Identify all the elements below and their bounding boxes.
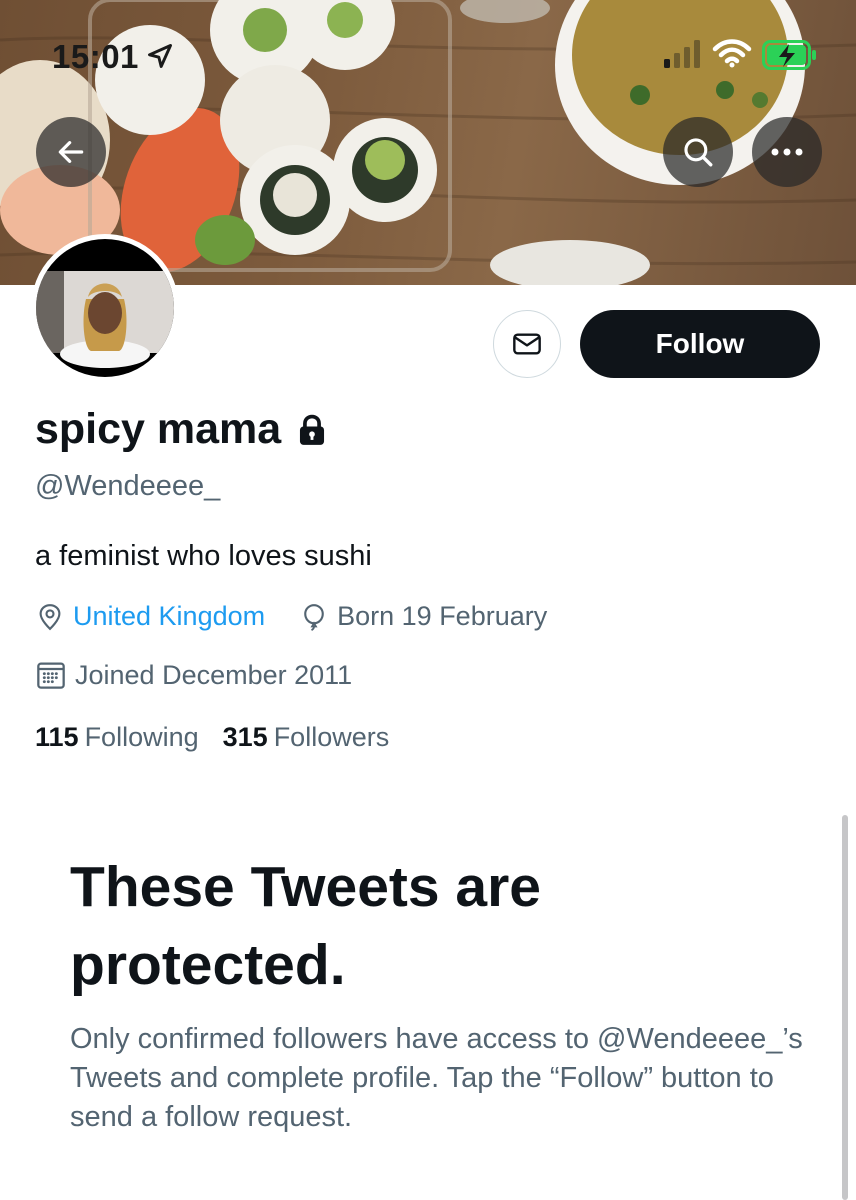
follow-stats: 115 Following 315 Followers — [35, 722, 389, 753]
more-icon — [771, 148, 803, 156]
more-options-button[interactable] — [752, 117, 822, 187]
search-button[interactable] — [663, 117, 733, 187]
following-stat[interactable]: 115 Following — [35, 722, 199, 753]
scrollbar[interactable] — [842, 815, 848, 1200]
display-name: spicy mama — [35, 405, 282, 453]
following-label: Following — [84, 722, 199, 752]
wifi-icon — [712, 39, 752, 68]
handle: @Wendeeee_ — [35, 470, 221, 502]
birthday-item: Born 19 February — [299, 601, 547, 632]
joined-item: Joined December 2011 — [35, 659, 352, 691]
avatar-photo — [36, 239, 174, 377]
back-button[interactable] — [36, 117, 106, 187]
cellular-signal-icon — [664, 40, 700, 68]
status-time: 15:01 — [52, 38, 139, 75]
followers-label: Followers — [273, 722, 390, 752]
protected-title: These Tweets are protected. — [70, 855, 542, 997]
location-arrow-icon — [148, 44, 172, 68]
message-button[interactable] — [493, 310, 561, 378]
location-item: United Kingdom — [35, 601, 265, 632]
lock-icon — [300, 414, 325, 445]
profile-meta-row: United Kingdom Born 19 February — [35, 601, 581, 632]
arrow-left-icon — [58, 141, 84, 163]
location-pin-icon — [39, 603, 61, 630]
status-bar: 15:01 — [0, 0, 856, 100]
followers-stat[interactable]: 315 Followers — [223, 722, 390, 753]
battery-charging-icon — [762, 40, 816, 70]
following-count: 115 — [35, 722, 79, 752]
follow-button[interactable]: Follow — [580, 310, 820, 378]
search-icon — [684, 138, 713, 167]
envelope-icon — [513, 333, 541, 355]
protected-description: Only confirmed followers have access to … — [70, 1023, 803, 1133]
profile-joined-row: Joined December 2011 — [35, 659, 386, 691]
bio: a feminist who loves sushi — [35, 540, 372, 572]
followers-count: 315 — [222, 722, 268, 752]
avatar[interactable] — [31, 234, 179, 382]
calendar-icon — [37, 662, 65, 689]
birthday-text: Born 19 February — [337, 601, 548, 631]
display-name-row: spicy mama — [35, 405, 329, 454]
balloon-icon — [304, 603, 324, 631]
location-link[interactable]: United Kingdom — [73, 601, 265, 632]
joined-text: Joined December 2011 — [75, 659, 353, 690]
